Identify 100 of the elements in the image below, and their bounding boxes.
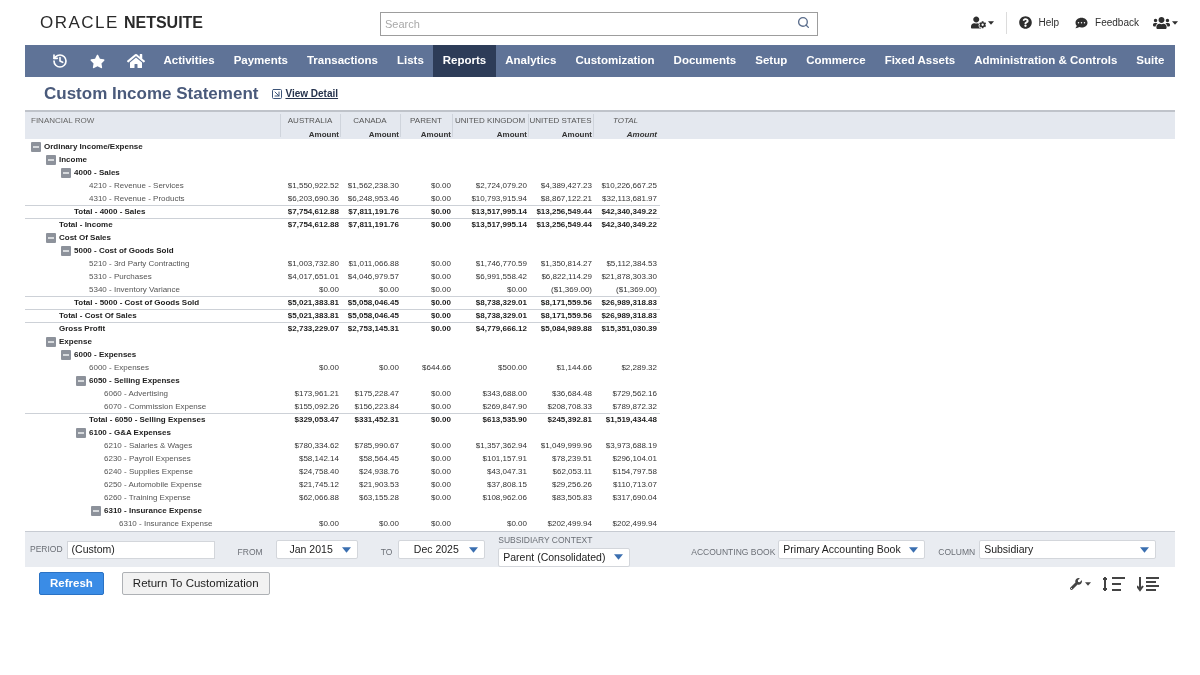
amount-cell-text: $26,989,318.83 [600,310,658,322]
amount-cell-text: ($1,369.00) [615,283,658,296]
amount-cell-text: $0.00 [429,478,452,491]
nav-tab[interactable]: Documents [664,45,746,77]
caret-icon [1085,581,1091,586]
amount-cell-text: $7,811,191.76 [347,219,400,231]
amount-cell-text: $0.00 [429,192,452,205]
minus-box-icon[interactable] [61,245,71,256]
nav-tab[interactable]: Payments [224,45,298,77]
amount-cell-text: $317,690.04 [611,491,658,504]
column-subheader: Amount [560,129,592,141]
amount-cell-text: $5,058,046.45 [346,297,400,309]
total-label: Total - Cost Of Sales [59,311,137,320]
search-icon[interactable] [797,15,810,29]
subsidiary-context-dropdown[interactable]: Parent (Consolidated) [498,547,631,567]
minus-box-icon[interactable] [46,154,56,165]
column-label: COLUMN [938,546,976,557]
amount-cell-text: $6,203,690.36 [286,192,340,205]
nav-tab[interactable]: Suite [1126,45,1174,77]
minus-box-icon[interactable] [61,167,71,178]
nav-tab[interactable]: Administration & Controls [964,45,1127,77]
nav-tab[interactable]: Analytics [495,45,566,77]
tools-menu-button[interactable] [1070,577,1091,590]
amount-cell-text: $173,961.21 [293,387,340,400]
minus-box-icon[interactable] [76,375,86,386]
view-detail-link[interactable]: View Detail [271,86,339,101]
amount-cell-text: $175,228.47 [353,387,400,400]
minus-box-icon[interactable] [46,232,56,243]
accounting-book-dropdown[interactable]: Primary Accounting Book [778,540,926,559]
amount-cell-text: $15,351,030.39 [600,323,658,335]
minus-box-icon[interactable] [31,141,41,152]
amount-cell-text: $0.00 [429,310,452,322]
amount-cell-text: $0.00 [429,517,452,530]
account-label: 4310 - Revenue - Products [89,193,185,203]
amount-cell-text: $43,047.31 [485,465,528,478]
from-dropdown[interactable]: Jan 2015 [275,540,358,559]
minus-box-icon[interactable] [91,505,101,516]
period-field[interactable]: (Custom) [66,540,215,559]
column-header: PARENT [409,115,443,127]
amount-cell-text: $58,142.14 [297,452,340,465]
period-label: PERIOD [30,543,63,556]
caret-icon [614,554,624,561]
amount-cell-text: $8,738,329.01 [474,310,528,322]
speech-bubble-icon[interactable] [1075,16,1089,29]
column-dropdown[interactable]: Subsidiary [979,540,1157,559]
nav-tab[interactable]: Fixed Assets [875,45,965,77]
nav-tab[interactable]: Setup [745,45,797,77]
account-menu-button[interactable] [1153,15,1178,30]
minus-box-icon[interactable] [61,349,71,360]
nav-tab[interactable]: Commerce [796,45,876,77]
users-icon [1153,15,1170,30]
group-label: Ordinary Income/Expense [44,140,143,153]
expand-list-icon[interactable] [1137,575,1159,592]
column-subheader: Amount [367,129,399,141]
amount-cell-text: $0.00 [317,283,340,296]
amount-cell-text: $1,357,362.94 [474,439,528,452]
amount-cell-text: $3,973,688.19 [604,439,658,452]
column-header: TOTAL [611,115,639,127]
refresh-button[interactable]: Refresh [39,572,104,595]
caret-icon [1140,546,1150,553]
amount-cell-text: $500.00 [497,361,528,374]
amount-cell-text: $1,144.66 [555,361,593,374]
column-subheader: Amount [419,129,451,141]
minus-box-icon[interactable] [76,427,86,438]
amount-cell-text: $13,517,995.14 [470,206,528,218]
amount-cell-text: $63,155.28 [357,491,400,504]
account-label: 6060 - Advertising [104,388,169,398]
amount-cell-text: $6,991,558.42 [474,270,528,283]
amount-cell-text: $13,517,995.14 [470,219,528,231]
group-label: Cost Of Sales [59,231,111,244]
to-dropdown[interactable]: Dec 2025 [398,540,486,559]
nav-tab[interactable]: Customization [565,45,665,77]
collapse-list-icon[interactable] [1103,575,1125,592]
amount-cell-text: $0.00 [429,387,452,400]
help-link[interactable]: Help [1038,15,1060,30]
amount-cell-text: $0.00 [317,361,340,374]
column-subheader: Amount [495,129,527,141]
role-menu-button[interactable] [970,16,994,29]
amount-cell-text: $613,535.90 [481,414,528,426]
amount-cell-text: $13,256,549.44 [535,219,593,231]
history-icon[interactable] [52,53,68,69]
star-icon[interactable] [90,53,105,69]
amount-cell-text: $0.00 [429,465,452,478]
caret-icon [469,546,479,553]
nav-tab[interactable]: Reports [433,45,496,77]
nav-tab[interactable]: Activities [154,45,225,77]
home-icon[interactable] [127,53,145,69]
help-icon[interactable] [1018,16,1032,29]
customization-button[interactable]: Return To Customization [121,572,270,595]
amount-cell-text: $8,738,329.01 [474,297,528,309]
amount-cell-text: $7,754,612.88 [286,206,340,218]
search-field[interactable]: Search [380,11,818,36]
nav-tab[interactable]: Transactions [297,45,388,77]
account-label: 6260 - Training Expense [104,492,191,502]
minus-box-icon[interactable] [46,336,56,347]
feedback-link[interactable]: Feedback [1095,15,1139,30]
amount-cell-text: $10,793,915.94 [470,192,528,205]
amount-cell-text: $62,066.88 [297,491,340,504]
nav-tab[interactable]: Lists [387,45,434,77]
amount-cell-text: $0.00 [429,491,452,504]
